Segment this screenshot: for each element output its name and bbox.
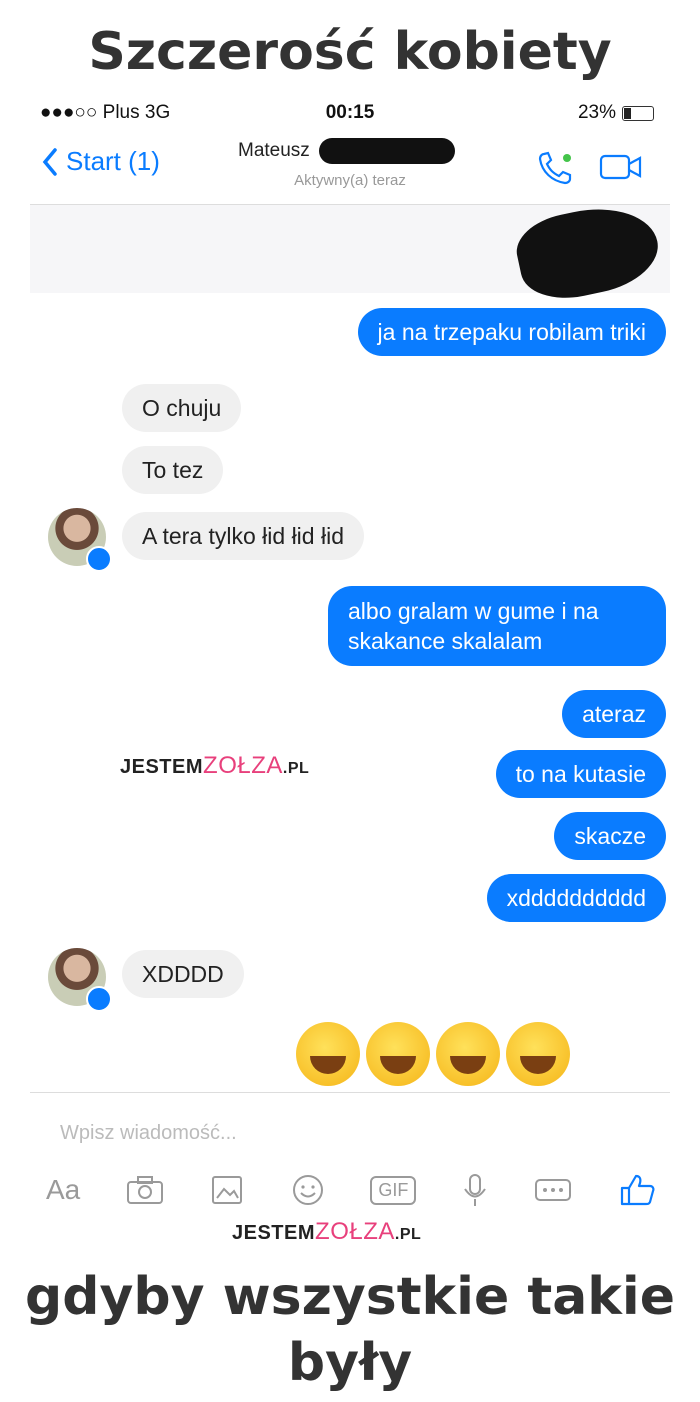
more-icon[interactable] [533, 1177, 573, 1203]
message-outgoing[interactable]: ateraz [562, 690, 666, 738]
composer-toolbar: Aa GIF [46, 1172, 656, 1208]
battery-percent: 23% [577, 102, 616, 123]
message-input[interactable]: Wpisz wiadomość... [60, 1122, 237, 1145]
tears-of-joy-emoji-icon [436, 1022, 500, 1086]
messenger-screen: ●●●○○ Plus 3G 00:15 23% Start (1) Mateus… [30, 92, 670, 1232]
message-outgoing[interactable]: to na kutasie [495, 750, 666, 798]
contact-avatar[interactable] [48, 508, 112, 572]
contact-name-area[interactable]: Mateusz [238, 138, 456, 164]
messenger-badge-icon [86, 986, 112, 1012]
watermark: JESTEMZOŁZA.PL [120, 752, 310, 779]
message-outgoing[interactable]: skacze [554, 812, 666, 860]
message-outgoing[interactable]: ja na trzepaku robilam triki [357, 308, 666, 356]
composer-divider [30, 1092, 670, 1093]
battery-indicator: 23% [578, 102, 654, 124]
message-incoming[interactable]: O chuju [122, 384, 242, 432]
messenger-badge-icon [86, 546, 112, 572]
contact-name: Mateusz [238, 140, 310, 162]
text-format-button[interactable]: Aa [46, 1174, 80, 1206]
bottom-caption-line: były [287, 1333, 413, 1393]
tears-of-joy-emoji-icon [296, 1022, 360, 1086]
watermark: JESTEMZOŁZA.PL [232, 1218, 422, 1245]
camera-icon[interactable] [125, 1174, 165, 1206]
meme-bottom-caption: gdyby wszystkie takie były [0, 1264, 700, 1396]
like-icon[interactable] [618, 1172, 656, 1208]
tears-of-joy-emoji-icon [506, 1022, 570, 1086]
gallery-icon[interactable] [209, 1173, 245, 1207]
contact-avatar[interactable] [48, 948, 112, 1012]
meme-top-caption: Szczerość kobiety [88, 22, 612, 82]
message-outgoing[interactable]: albo gralam w gume i na skakance skalala… [328, 586, 666, 666]
message-outgoing[interactable]: xdddddddddd [486, 874, 666, 922]
phone-call-icon[interactable] [536, 150, 576, 186]
microphone-icon[interactable] [461, 1172, 489, 1208]
battery-icon [622, 105, 654, 121]
message-incoming[interactable]: To tez [122, 446, 224, 494]
emoji-icon[interactable] [290, 1172, 326, 1208]
conversation-header: Start (1) Mateusz Aktywny(a) teraz [30, 128, 670, 205]
status-bar: ●●●○○ Plus 3G 00:15 23% [30, 92, 670, 128]
redaction-scribble [319, 138, 456, 164]
message-incoming[interactable]: XDDDD [122, 950, 244, 998]
clock: 00:15 [325, 102, 375, 123]
bottom-caption-line: gdyby wszystkie takie [25, 1267, 675, 1327]
video-call-icon[interactable] [598, 150, 644, 184]
emoji-message[interactable] [296, 1022, 570, 1086]
tears-of-joy-emoji-icon [366, 1022, 430, 1086]
gif-button[interactable]: GIF [370, 1175, 417, 1205]
message-incoming[interactable]: A tera tylko łid łid łid [122, 512, 364, 560]
